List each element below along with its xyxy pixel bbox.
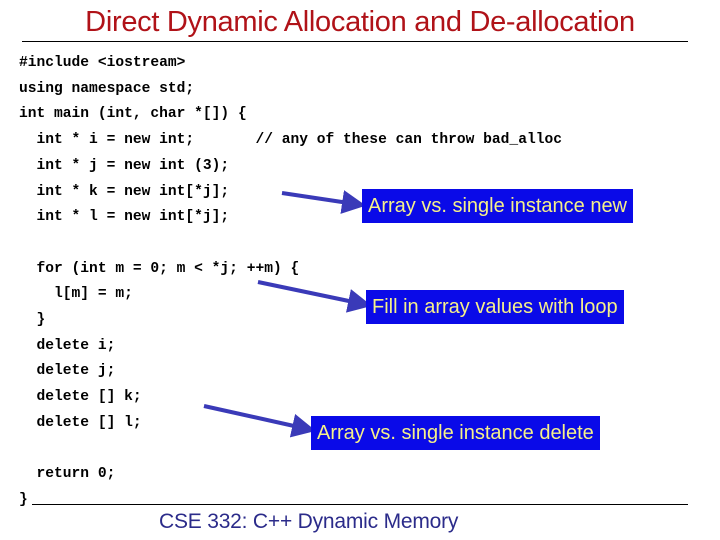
slide-footer: CSE 332: C++ Dynamic Memory bbox=[159, 510, 459, 533]
code-line: delete j; bbox=[19, 363, 116, 380]
code-line: delete [] k; bbox=[19, 389, 142, 406]
code-line: #include <iostream> bbox=[19, 55, 186, 71]
code-line: int * l = new int[*j]; bbox=[19, 209, 230, 226]
code-line: using namespace std; bbox=[19, 80, 195, 97]
slide-title: Direct Dynamic Allocation and De-allocat… bbox=[85, 6, 635, 38]
code-line: return 0; bbox=[19, 466, 116, 483]
code-line: for (int m = 0; m < *j; ++m) { bbox=[19, 260, 300, 277]
callout-array-new: Array vs. single instance new bbox=[362, 189, 634, 223]
title-divider bbox=[22, 41, 688, 42]
code-line: } bbox=[19, 491, 28, 508]
code-line: delete i; bbox=[19, 337, 116, 354]
code-line: int * i = new int; // any of these can t… bbox=[19, 132, 562, 149]
code-line: l[m] = m; bbox=[19, 286, 133, 303]
code-line: int main (int, char *[]) { bbox=[19, 106, 247, 123]
arrow-loop bbox=[257, 280, 372, 313]
arrow-delete bbox=[203, 404, 316, 438]
footer-divider bbox=[32, 504, 688, 505]
arrow-new bbox=[281, 190, 366, 214]
callout-fill-loop: Fill in array values with loop bbox=[366, 290, 624, 324]
code-line: } bbox=[19, 312, 46, 328]
code-line: int * k = new int[*j]; bbox=[19, 183, 230, 200]
code-line: int * j = new int (3); bbox=[19, 157, 230, 174]
callout-array-delete: Array vs. single instance delete bbox=[311, 416, 600, 450]
code-line: delete [] l; bbox=[19, 414, 142, 431]
